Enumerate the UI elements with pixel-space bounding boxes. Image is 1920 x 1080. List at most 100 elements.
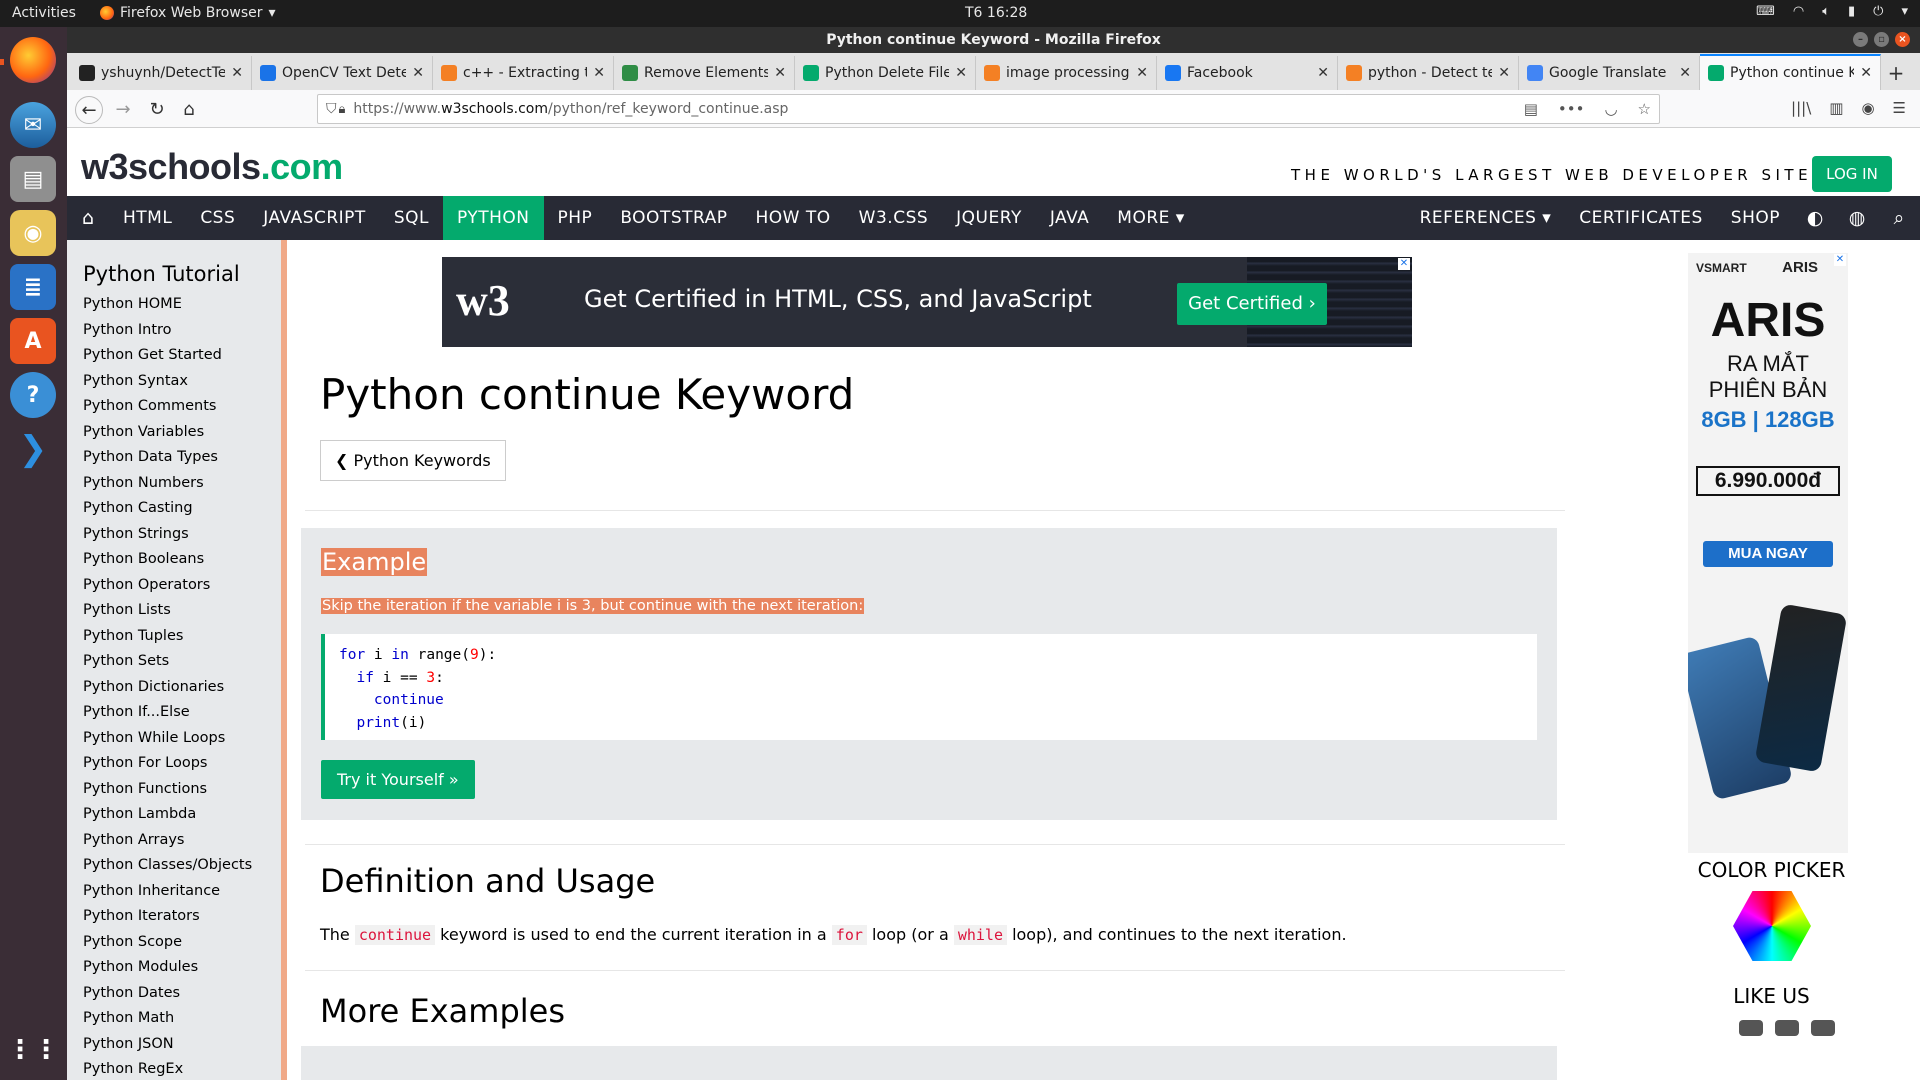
firefox-icon[interactable] bbox=[10, 37, 56, 83]
sidebar-item[interactable]: Python Dates bbox=[67, 981, 281, 1007]
close-tab-icon[interactable]: ✕ bbox=[1860, 65, 1872, 81]
login-button[interactable]: LOG IN bbox=[1812, 156, 1892, 192]
nav-jquery[interactable]: JQUERY bbox=[942, 196, 1036, 240]
facebook-icon[interactable] bbox=[1739, 1020, 1763, 1036]
nav-python[interactable]: PYTHON bbox=[442, 196, 544, 240]
close-tab-icon[interactable]: ✕ bbox=[1498, 65, 1510, 81]
back-icon[interactable]: ← bbox=[75, 96, 103, 124]
home-icon[interactable]: ⌂ bbox=[67, 196, 109, 240]
browser-tab[interactable]: Remove Elements ✕ bbox=[614, 56, 795, 90]
app-menu[interactable]: Firefox Web Browser ▾ bbox=[100, 5, 276, 21]
ad-choices-icon[interactable]: ✕ bbox=[1834, 254, 1846, 266]
close-tab-icon[interactable]: ✕ bbox=[231, 65, 243, 81]
new-tab-button[interactable]: + bbox=[1881, 56, 1911, 90]
browser-tab[interactable]: OpenCV Text Dete ✕ bbox=[252, 56, 433, 90]
nav-php[interactable]: PHP bbox=[544, 196, 607, 240]
sidebar-item[interactable]: Python Tuples bbox=[67, 624, 281, 650]
instagram-icon[interactable] bbox=[1775, 1020, 1799, 1036]
sidebar-item[interactable]: Python RegEx bbox=[67, 1057, 281, 1080]
try-it-yourself-button[interactable]: Try it Yourself » bbox=[321, 760, 475, 799]
nav-javascript[interactable]: JAVASCRIPT bbox=[249, 196, 380, 240]
close-tab-icon[interactable]: ✕ bbox=[955, 65, 967, 81]
nav-java[interactable]: JAVA bbox=[1036, 196, 1103, 240]
system-tray[interactable]: ⌨ ◠ 🔈︎ ▮ ⏻ ▾ bbox=[1756, 4, 1908, 19]
sidebar-item[interactable]: Python Intro bbox=[67, 318, 281, 344]
pocket-icon[interactable]: ◡ bbox=[1604, 100, 1617, 118]
close-tab-icon[interactable]: ✕ bbox=[1679, 65, 1691, 81]
browser-tab[interactable]: Python continue K ✕ bbox=[1700, 54, 1881, 90]
globe-icon[interactable]: ◍ bbox=[1836, 196, 1878, 240]
certification-banner-ad[interactable]: w3 Get Certified in HTML, CSS, and JavaS… bbox=[442, 257, 1412, 347]
lock-icon[interactable]: 🔒︎ bbox=[339, 102, 346, 117]
sidebar-item[interactable]: Python Lambda bbox=[67, 802, 281, 828]
close-window-button[interactable]: × bbox=[1895, 32, 1910, 47]
nav-certificates[interactable]: CERTIFICATES bbox=[1565, 196, 1716, 240]
nav-references[interactable]: REFERENCES ▾ bbox=[1406, 196, 1566, 240]
sidebar-item[interactable]: Python Sets bbox=[67, 649, 281, 675]
nav-css[interactable]: CSS bbox=[186, 196, 249, 240]
files-icon[interactable]: ▤ bbox=[10, 156, 56, 202]
nav-shop[interactable]: SHOP bbox=[1717, 196, 1794, 240]
home-icon[interactable]: ⌂ bbox=[175, 96, 203, 124]
maximize-button[interactable]: ▫ bbox=[1874, 32, 1889, 47]
library-icon[interactable]: |||\ bbox=[1791, 99, 1811, 117]
sidebar-item[interactable]: Python Syntax bbox=[67, 369, 281, 395]
software-center-icon[interactable]: A bbox=[10, 318, 56, 364]
nav-sql[interactable]: SQL bbox=[380, 196, 443, 240]
close-tab-icon[interactable]: ✕ bbox=[1317, 65, 1329, 81]
sidebar-item[interactable]: Python Arrays bbox=[67, 828, 281, 854]
sidebar-item[interactable]: Python Lists bbox=[67, 598, 281, 624]
sidebar-item[interactable]: Python Inheritance bbox=[67, 879, 281, 905]
sidebar-item[interactable]: Python Casting bbox=[67, 496, 281, 522]
browser-tab[interactable]: Python Delete File ✕ bbox=[795, 56, 976, 90]
sidebar-item[interactable]: Python Comments bbox=[67, 394, 281, 420]
account-icon[interactable]: ◉ bbox=[1861, 99, 1874, 117]
reader-view-icon[interactable]: ▤ bbox=[1524, 100, 1538, 118]
browser-tab[interactable]: image processing ✕ bbox=[976, 56, 1157, 90]
sidebar-item[interactable]: Python Iterators bbox=[67, 904, 281, 930]
browser-tab[interactable]: yshuynh/DetectTe ✕ bbox=[71, 56, 252, 90]
nav-bootstrap[interactable]: BOOTSTRAP bbox=[606, 196, 741, 240]
page-actions-icon[interactable]: ••• bbox=[1558, 100, 1585, 118]
sidebar-item[interactable]: Python Operators bbox=[67, 573, 281, 599]
sidebar-item[interactable]: Python HOME bbox=[67, 292, 281, 318]
sidebar-item[interactable]: Python Classes/Objects bbox=[67, 853, 281, 879]
close-tab-icon[interactable]: ✕ bbox=[412, 65, 424, 81]
python-keywords-back-button[interactable]: ❮ Python Keywords bbox=[320, 440, 506, 481]
browser-tab[interactable]: Facebook ✕ bbox=[1157, 56, 1338, 90]
browser-tab[interactable]: c++ - Extracting te ✕ bbox=[433, 56, 614, 90]
w3schools-logo[interactable]: w3schools.com bbox=[81, 146, 343, 188]
sidebar-item[interactable]: Python Strings bbox=[67, 522, 281, 548]
close-tab-icon[interactable]: ✕ bbox=[774, 65, 786, 81]
close-tab-icon[interactable]: ✕ bbox=[593, 65, 605, 81]
browser-tab[interactable]: python - Detect te ✕ bbox=[1338, 56, 1519, 90]
reload-icon[interactable]: ↻ bbox=[143, 96, 171, 124]
forward-icon[interactable]: → bbox=[109, 96, 137, 124]
url-bar[interactable]: ⛉ 🔒︎ https://www. w3schools.com/python/re… bbox=[317, 94, 1660, 124]
linkedin-icon[interactable] bbox=[1811, 1020, 1835, 1036]
nav-w3-css[interactable]: W3.CSS bbox=[845, 196, 942, 240]
help-icon[interactable]: ? bbox=[10, 372, 56, 418]
sidebar-icon[interactable]: ▥ bbox=[1829, 99, 1843, 117]
close-tab-icon[interactable]: ✕ bbox=[1136, 65, 1148, 81]
sidebar-item[interactable]: Python Math bbox=[67, 1006, 281, 1032]
vscode-icon[interactable]: ❯ bbox=[10, 426, 56, 472]
sidebar-item[interactable]: Python Get Started bbox=[67, 343, 281, 369]
sidebar-item[interactable]: Python While Loops bbox=[67, 726, 281, 752]
rhythmbox-icon[interactable]: ◉ bbox=[10, 210, 56, 256]
thunderbird-icon[interactable]: ✉ bbox=[10, 102, 56, 148]
sidebar-item[interactable]: Python Booleans bbox=[67, 547, 281, 573]
ad-close-icon[interactable]: ✕ bbox=[1398, 258, 1410, 270]
minimize-button[interactable]: – bbox=[1853, 32, 1868, 47]
sidebar-item[interactable]: Python Modules bbox=[67, 955, 281, 981]
clock[interactable]: T6 16:28 bbox=[965, 5, 1027, 21]
browser-tab[interactable]: Google Translate ✕ bbox=[1519, 56, 1700, 90]
sidebar-item[interactable]: Python Dictionaries bbox=[67, 675, 281, 701]
search-icon[interactable]: ⌕ bbox=[1878, 196, 1920, 240]
sidebar-item[interactable]: Python For Loops bbox=[67, 751, 281, 777]
sidebar-item[interactable]: Python Variables bbox=[67, 420, 281, 446]
buy-now-button[interactable]: MUA NGAY bbox=[1703, 541, 1833, 567]
dark-mode-icon[interactable]: ◐ bbox=[1794, 196, 1836, 240]
vsmart-aris-ad[interactable]: VSMART ARIS ARIS RA MẮT PHIÊN BẢN 8GB | 1… bbox=[1688, 253, 1848, 853]
sidebar-item[interactable]: Python Functions bbox=[67, 777, 281, 803]
